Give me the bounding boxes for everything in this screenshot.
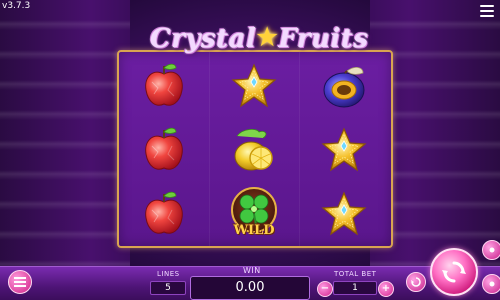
- menu-button[interactable]: [8, 270, 32, 294]
- star-symbol-r3-row2: [299, 118, 389, 182]
- bet-decrease-button[interactable]: −: [317, 281, 333, 297]
- wild-label: WILD: [233, 223, 275, 238]
- apple-symbol-r1-row3: [119, 182, 209, 246]
- left-curtain-decoration: [0, 0, 130, 300]
- apple-symbol-r1-row2: [119, 118, 209, 182]
- info-icon: [489, 247, 495, 253]
- lemon-symbol-r2-row2: [209, 118, 299, 182]
- star-icon: [231, 63, 277, 109]
- star-icon: [321, 191, 367, 237]
- apple-icon: [142, 62, 186, 110]
- star-symbol-r3-row3: [299, 182, 389, 246]
- version-label: v3.7.3: [2, 1, 31, 11]
- lines-value: 5: [150, 281, 186, 295]
- plum-icon: [321, 63, 367, 109]
- settings-button[interactable]: [482, 274, 500, 294]
- game-logo: Crystal★Fruits: [150, 22, 368, 58]
- apple-icon: [142, 190, 186, 238]
- logo-text-crystal: Crystal: [150, 24, 257, 54]
- reels-board: WILD: [117, 50, 393, 248]
- total-bet-value: 1: [333, 281, 377, 295]
- refresh-arrows-icon: [442, 261, 466, 283]
- game-stage: v3.7.3 Crystal★Fruits WILD LINES 5 WIN 0…: [0, 0, 500, 300]
- info-button[interactable]: [482, 240, 500, 260]
- settings-icon: [489, 281, 495, 287]
- bet-increase-button[interactable]: +: [378, 281, 394, 297]
- autoplay-button[interactable]: [406, 272, 426, 292]
- star-symbol-r2-row1: [209, 54, 299, 118]
- autoplay-icon: [411, 277, 421, 287]
- star-icon: [321, 127, 367, 173]
- menu-icon: [14, 277, 26, 287]
- wild-symbol-r2-row3: WILD: [209, 182, 299, 246]
- apple-symbol-r1-row1: [119, 54, 209, 118]
- plum-symbol-r3-row1: [299, 54, 389, 118]
- hamburger-icon[interactable]: [480, 5, 494, 17]
- spin-button[interactable]: [430, 248, 478, 296]
- logo-text-fruits: Fruits: [278, 24, 369, 54]
- logo-star-icon: ★: [256, 22, 279, 51]
- win-label: WIN: [243, 266, 261, 275]
- lemon-icon: [229, 126, 279, 174]
- lines-label: LINES: [157, 270, 180, 278]
- wild-icon: WILD: [227, 186, 281, 242]
- total-bet-label: TOTAL BET: [334, 270, 377, 278]
- win-value: 0.00: [190, 276, 310, 300]
- apple-icon: [142, 126, 186, 174]
